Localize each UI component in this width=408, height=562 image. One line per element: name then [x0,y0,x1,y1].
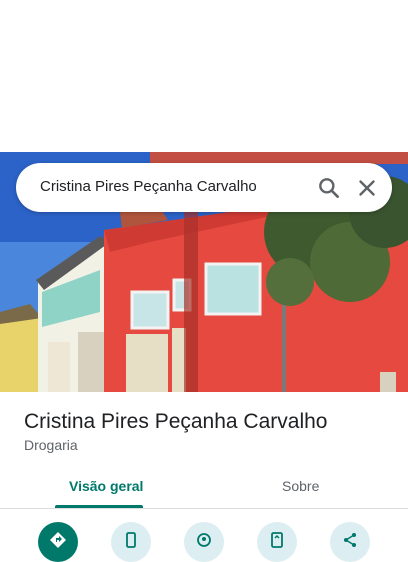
phone-icon [126,532,136,548]
tab-overview[interactable]: Visão geral [69,478,143,494]
search-icon[interactable] [316,175,342,201]
directions-icon [50,532,66,548]
search-bar[interactable]: Cristina Pires Peçanha Carvalho [16,163,392,212]
tab-indicator [55,505,143,508]
tab-about[interactable]: Sobre [282,478,319,494]
place-category[interactable]: Drogaria [24,437,78,453]
nearby-icon [197,533,211,547]
nearby-button[interactable] [184,522,224,562]
search-input[interactable]: Cristina Pires Peçanha Carvalho [40,178,257,195]
call-button[interactable] [111,522,151,562]
send-to-phone-button[interactable] [257,522,297,562]
place-title: Cristina Pires Peçanha Carvalho [24,410,328,433]
share-icon [344,533,356,547]
tab-bar: Visão geral Sobre [0,466,408,509]
send-to-phone-icon [271,532,283,548]
directions-button[interactable] [38,522,78,562]
close-icon[interactable] [354,175,380,201]
share-button[interactable] [330,522,370,562]
